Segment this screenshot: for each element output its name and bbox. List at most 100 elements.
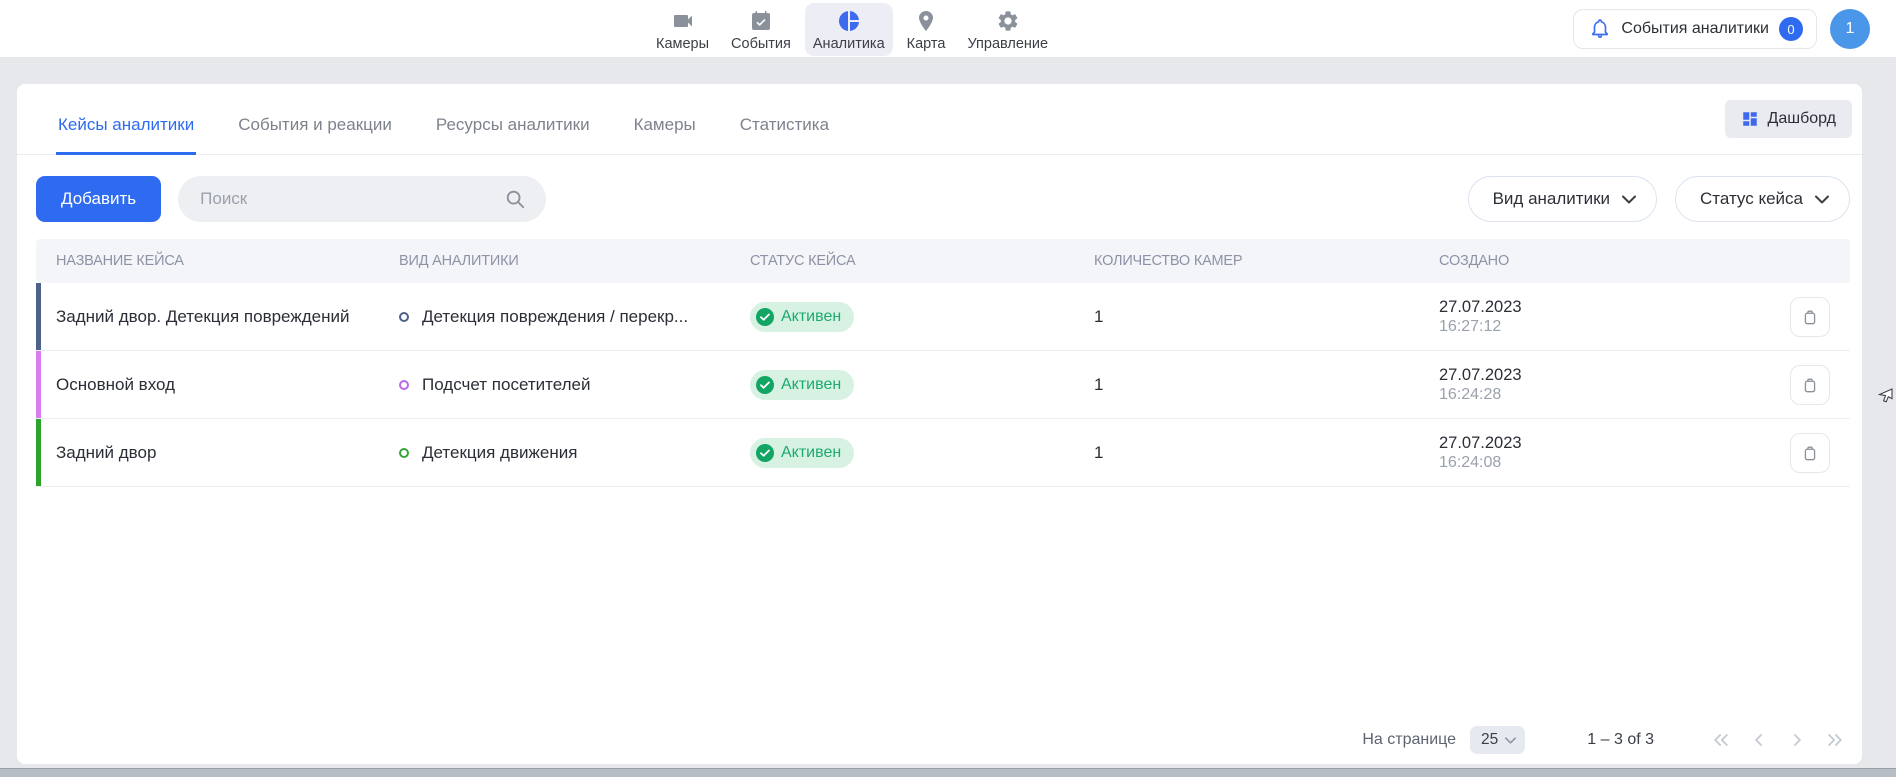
double-chevron-right-icon [1825, 730, 1845, 750]
double-chevron-left-icon [1711, 730, 1731, 750]
created-time: 16:24:08 [1439, 453, 1770, 473]
search-icon[interactable] [504, 188, 526, 210]
tab-analytics-resources[interactable]: Ресурсы аналитики [434, 115, 592, 155]
last-page-button[interactable] [1824, 729, 1846, 751]
status-badge: Активен [750, 438, 854, 468]
add-button[interactable]: Добавить [36, 176, 161, 222]
created-date: 27.07.2023 [1439, 297, 1770, 317]
dashboard-grid-icon [1741, 110, 1759, 128]
top-bar: Камеры События Аналитика Карта Управлени… [0, 0, 1896, 58]
analytics-pie-icon [837, 9, 861, 33]
bell-icon [1589, 18, 1611, 40]
tab-analytics-cases[interactable]: Кейсы аналитики [56, 115, 196, 155]
case-name: Задний двор. Детекция повреждений [36, 307, 399, 327]
next-page-button[interactable] [1786, 729, 1808, 751]
chevron-down-icon [1505, 737, 1516, 744]
trash-icon [1800, 307, 1820, 327]
nav-item-management[interactable]: Управление [959, 3, 1056, 56]
status-badge: Активен [750, 302, 854, 332]
trash-icon [1800, 375, 1820, 395]
analytics-content-card: Кейсы аналитики События и реакции Ресурс… [17, 84, 1862, 764]
nav-label: Аналитика [813, 36, 885, 52]
chevron-down-icon [1815, 195, 1829, 204]
status-badge: Активен [750, 370, 854, 400]
nav-label: Карта [907, 36, 946, 52]
cameras-count: 1 [1094, 307, 1439, 327]
first-page-button[interactable] [1710, 729, 1732, 751]
cameras-count: 1 [1094, 375, 1439, 395]
created-time: 16:24:28 [1439, 385, 1770, 405]
tabs-row: Кейсы аналитики События и реакции Ресурс… [17, 84, 1862, 155]
delete-case-button[interactable] [1790, 433, 1830, 473]
analytics-type-filter[interactable]: Вид аналитики [1468, 176, 1657, 222]
dashboard-button-label: Дашборд [1768, 110, 1837, 128]
status-label: Активен [781, 444, 841, 462]
gear-icon [996, 9, 1020, 33]
analytics-type-dot [399, 380, 409, 390]
table-row[interactable]: Основной вход Подсчет посетителей Активе… [36, 351, 1850, 419]
prev-page-button[interactable] [1748, 729, 1770, 751]
cases-table: НАЗВАНИЕ КЕЙСА ВИД АНАЛИТИКИ СТАТУС КЕЙС… [36, 239, 1850, 487]
row-accent-stripe [36, 283, 41, 350]
analytics-type-dot [399, 312, 409, 322]
nav-item-events[interactable]: События [723, 3, 799, 56]
nav-item-cameras[interactable]: Камеры [648, 3, 717, 56]
row-accent-stripe [36, 351, 41, 418]
check-circle-icon [756, 308, 774, 326]
delete-case-button[interactable] [1790, 365, 1830, 405]
map-pin-icon [914, 9, 938, 33]
user-avatar[interactable]: 1 [1830, 9, 1870, 49]
events-count-badge: 0 [1779, 17, 1803, 41]
analytics-events-button[interactable]: События аналитики 0 [1573, 9, 1817, 49]
cameras-count: 1 [1094, 443, 1439, 463]
events-calendar-icon [749, 9, 773, 33]
case-status-filter[interactable]: Статус кейса [1675, 176, 1850, 222]
col-created: СОЗДАНО [1439, 253, 1770, 269]
delete-case-button[interactable] [1790, 297, 1830, 337]
status-label: Активен [781, 308, 841, 326]
col-cameras-count: КОЛИЧЕСТВО КАМЕР [1094, 253, 1439, 269]
trash-icon [1800, 443, 1820, 463]
search-input[interactable] [178, 176, 546, 222]
tab-events-reactions[interactable]: События и реакции [236, 115, 394, 155]
row-accent-stripe [36, 419, 41, 486]
search-box [178, 176, 546, 222]
per-page-label: На странице [1362, 731, 1456, 749]
tab-cameras[interactable]: Камеры [632, 115, 698, 155]
pagination: На странице 25 1 – 3 of 3 [1362, 726, 1846, 754]
nav-label: Камеры [656, 36, 709, 52]
status-label: Активен [781, 376, 841, 394]
col-case-status: СТАТУС КЕЙСА [750, 253, 1094, 269]
table-header: НАЗВАНИЕ КЕЙСА ВИД АНАЛИТИКИ СТАТУС КЕЙС… [36, 239, 1850, 283]
analytics-events-label: События аналитики [1621, 20, 1769, 38]
chevron-left-icon [1749, 730, 1769, 750]
analytics-type-dot [399, 448, 409, 458]
created-date: 27.07.2023 [1439, 433, 1770, 453]
table-row[interactable]: Задний двор. Детекция повреждений Детекц… [36, 283, 1850, 351]
table-row[interactable]: Задний двор Детекция движения Активен 1 … [36, 419, 1850, 487]
check-circle-icon [756, 444, 774, 462]
created-time: 16:27:12 [1439, 317, 1770, 337]
case-name: Задний двор [36, 443, 399, 463]
created-date: 27.07.2023 [1439, 365, 1770, 385]
per-page-select[interactable]: 25 [1470, 726, 1525, 754]
col-case-name: НАЗВАНИЕ КЕЙСА [36, 253, 399, 269]
nav-item-analytics[interactable]: Аналитика [805, 3, 893, 56]
case-status-filter-label: Статус кейса [1700, 189, 1803, 209]
nav-label: Управление [967, 36, 1048, 52]
analytics-type-label: Детекция движения [422, 443, 577, 463]
toolbar: Добавить Вид аналитики Статус кейса [17, 155, 1862, 222]
analytics-type-filter-label: Вид аналитики [1493, 189, 1610, 209]
analytics-type-label: Подсчет посетителей [422, 375, 590, 395]
tab-statistics[interactable]: Статистика [738, 115, 831, 155]
pagination-range: 1 – 3 of 3 [1587, 731, 1654, 749]
mouse-cursor [1876, 385, 1894, 403]
check-circle-icon [756, 376, 774, 394]
per-page-value: 25 [1481, 731, 1498, 749]
chevron-right-icon [1787, 730, 1807, 750]
nav-item-map[interactable]: Карта [899, 3, 954, 56]
nav-label: События [731, 36, 791, 52]
dashboard-button[interactable]: Дашборд [1725, 100, 1853, 138]
analytics-type-label: Детекция повреждения / перекр... [422, 307, 688, 327]
case-name: Основной вход [36, 375, 399, 395]
